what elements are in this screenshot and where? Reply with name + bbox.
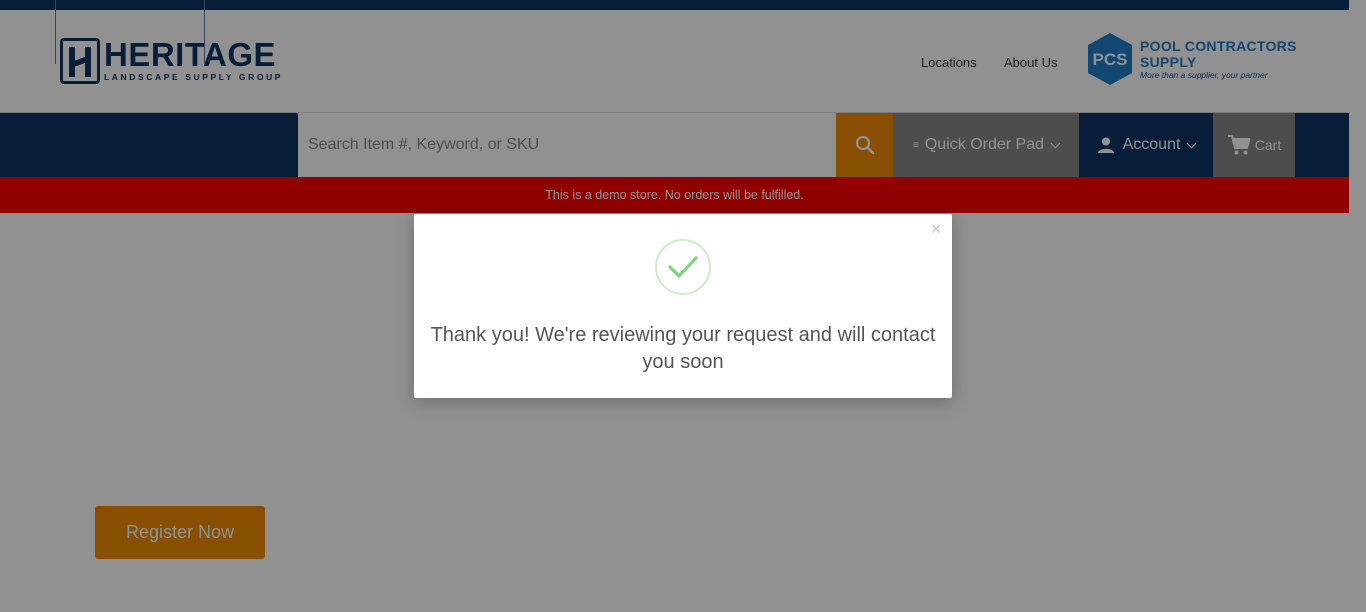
confirmation-modal: × Thank you! We're reviewing your reques… [414, 214, 952, 398]
success-check-badge [655, 239, 711, 295]
check-icon [668, 256, 698, 278]
close-icon[interactable]: × [928, 220, 944, 238]
confirmation-message: Thank you! We're reviewing your request … [430, 324, 936, 373]
